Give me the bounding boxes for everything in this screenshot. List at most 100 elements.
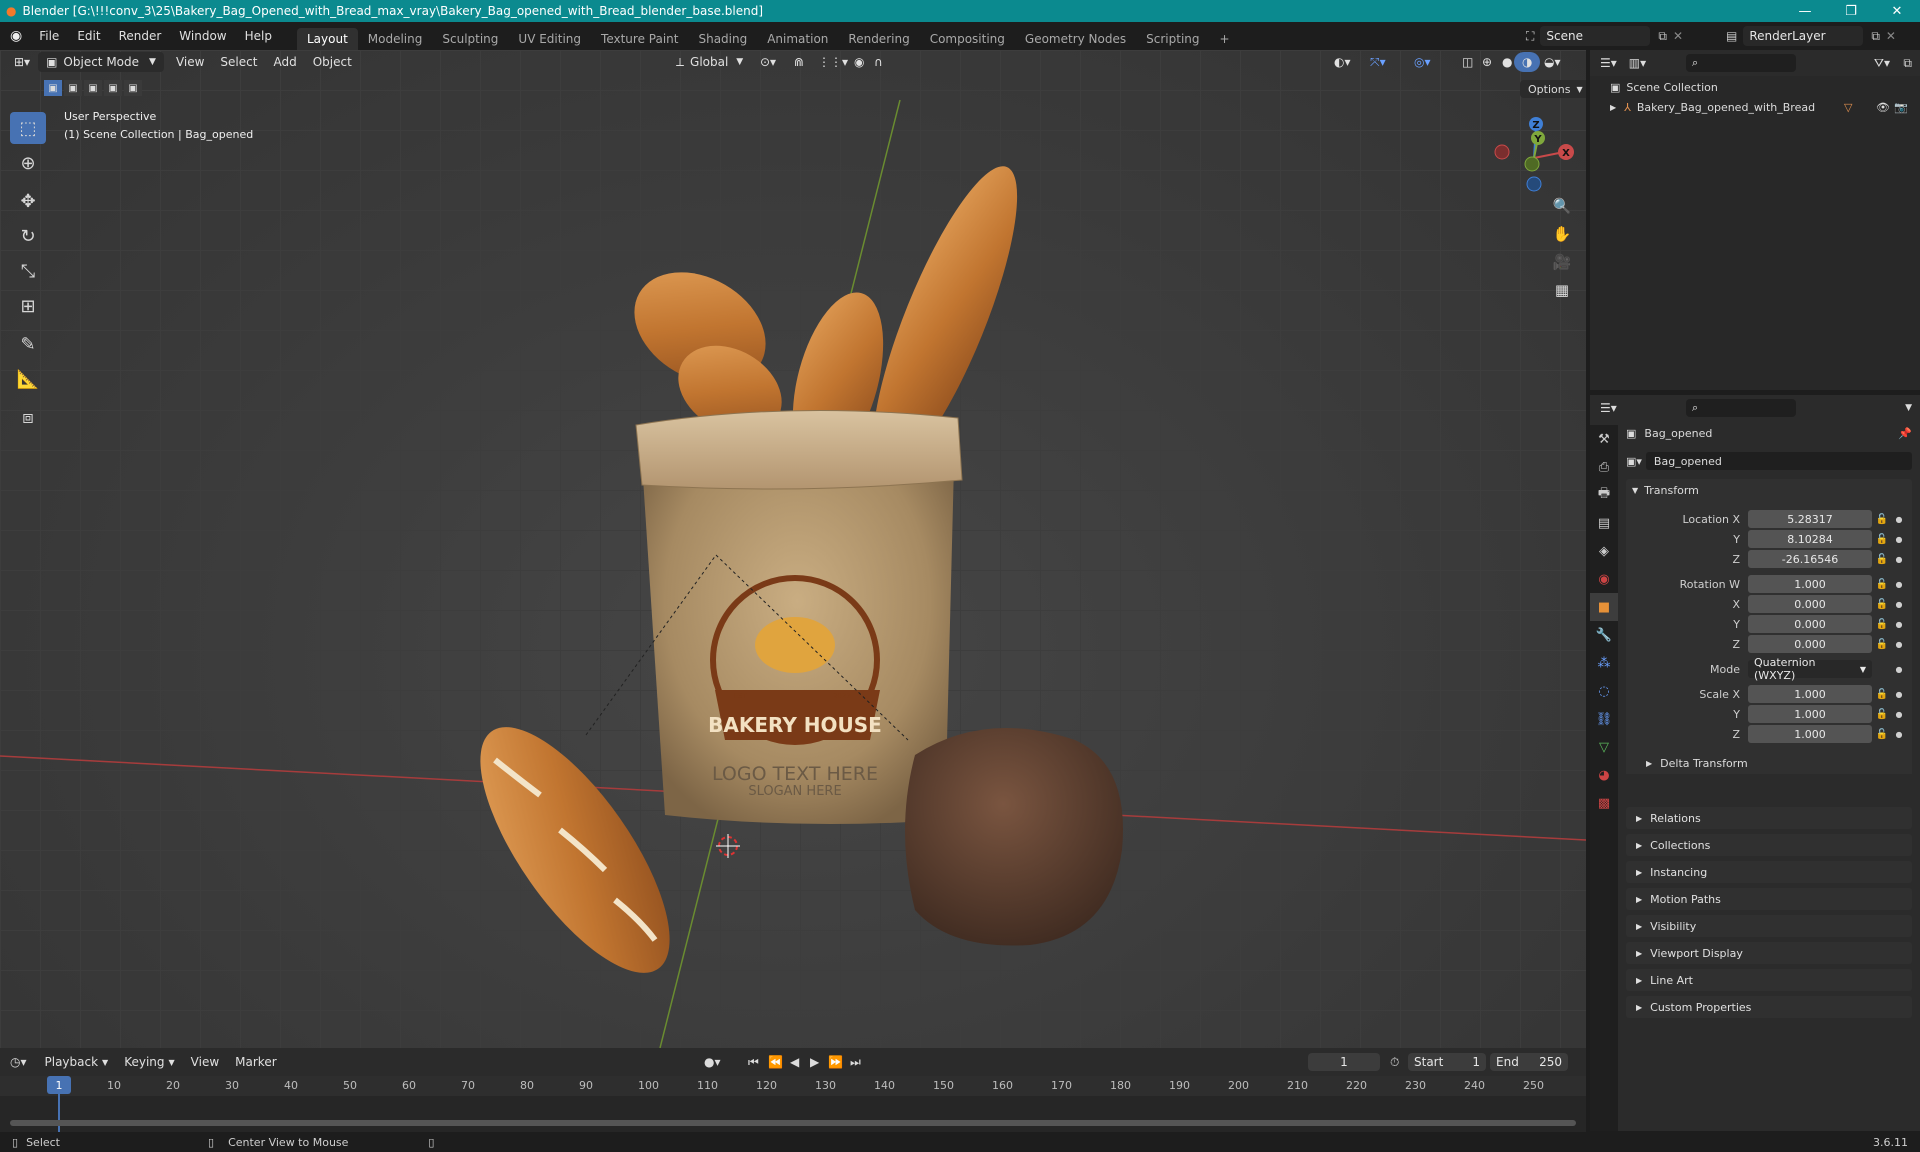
mode-selector[interactable]: ▣ Object Mode ▼ — [38, 52, 164, 72]
new-scene-icon[interactable]: ⧉ — [1658, 29, 1667, 44]
3d-cursor-icon[interactable] — [716, 834, 740, 858]
menu-keying[interactable]: Keying ▼ — [116, 1052, 182, 1072]
jump-keyframe-back-icon[interactable]: ⏪ — [768, 1055, 783, 1069]
scale-tool-icon[interactable]: ⤡ — [10, 255, 46, 287]
record-icon[interactable]: ●▾ — [704, 1055, 721, 1069]
keyframe-dot-icon[interactable]: ● — [1892, 620, 1906, 629]
tab-sculpting[interactable]: Sculpting — [432, 28, 508, 50]
lock-icon[interactable]: 🔓 — [1872, 619, 1892, 630]
keyframe-dot-icon[interactable]: ● — [1892, 640, 1906, 649]
menu-render[interactable]: Render — [110, 29, 171, 43]
lock-icon[interactable]: 🔓 — [1872, 514, 1892, 525]
custom-properties-panel[interactable]: ▶ Custom Properties — [1626, 996, 1912, 1018]
measure-tool-icon[interactable]: 📐 — [10, 363, 46, 395]
view-layer-tab-icon[interactable]: ▤ — [1590, 509, 1618, 537]
keyframe-dot-icon[interactable]: ● — [1892, 555, 1906, 564]
menu-file[interactable]: File — [30, 29, 68, 43]
scene-selector[interactable]: Scene — [1540, 26, 1651, 46]
filter-icon[interactable]: ⛛▾ — [1874, 56, 1890, 71]
perspective-toggle-icon[interactable]: ▦ — [1548, 276, 1576, 304]
transform-panel-header[interactable]: ▼ Transform — [1626, 479, 1912, 501]
blender-menu-icon[interactable]: ◉ — [0, 28, 30, 44]
object-name-input[interactable]: Bag_opened — [1645, 452, 1912, 470]
outliner-search-input[interactable]: ⌕ — [1686, 54, 1796, 72]
modifier-icon[interactable]: ▽ — [1844, 101, 1852, 114]
viewport-display-panel[interactable]: ▶ Viewport Display — [1626, 942, 1912, 964]
tab-uv-editing[interactable]: UV Editing — [508, 28, 591, 50]
options-dropdown[interactable]: Options ▼ — [1520, 80, 1586, 98]
orientation-selector[interactable]: ⟂ Global ▼ — [668, 52, 751, 72]
keyframe-dot-icon[interactable]: ● — [1892, 690, 1906, 699]
data-tab-icon[interactable]: ▽ — [1590, 733, 1618, 761]
material-tab-icon[interactable]: ◕ — [1590, 761, 1618, 789]
delta-transform-subpanel[interactable]: ▶ Delta Transform — [1626, 752, 1912, 774]
keyframe-dot-icon[interactable]: ● — [1892, 710, 1906, 719]
location-y-field[interactable]: 8.10284 — [1748, 530, 1872, 548]
visibility-selector-icon[interactable]: ◐▾ — [1326, 52, 1359, 72]
outliner-root[interactable]: ▣ Scene Collection — [1610, 81, 1718, 94]
jump-keyframe-forward-icon[interactable]: ⏩ — [828, 1055, 843, 1069]
camera-render-icon[interactable]: 📷 — [1894, 101, 1908, 114]
outliner-item[interactable]: ▶ ⅄ Bakery_Bag_opened_with_Bread ▽ 👁 📷 — [1610, 101, 1910, 114]
tab-layout[interactable]: Layout — [296, 28, 358, 50]
new-view-layer-icon[interactable]: ⧉ — [1871, 29, 1880, 44]
visibility-panel[interactable]: ▶ Visibility — [1626, 915, 1912, 937]
object-tab-icon[interactable]: ■ — [1590, 593, 1618, 621]
texture-tab-icon[interactable]: ▩ — [1590, 789, 1618, 817]
close-button[interactable]: ✕ — [1874, 0, 1920, 22]
lock-icon[interactable]: 🔓 — [1872, 709, 1892, 720]
add-cube-tool-icon[interactable]: ⧈ — [10, 401, 46, 433]
add-workspace-button[interactable]: + — [1210, 28, 1240, 50]
rotation-z-field[interactable]: 0.000 — [1748, 635, 1872, 653]
rotation-y-field[interactable]: 0.000 — [1748, 615, 1872, 633]
properties-editor-icon[interactable]: ☰▾ — [1600, 401, 1617, 415]
current-frame-field[interactable]: 1 — [1308, 1053, 1380, 1071]
delete-view-layer-icon[interactable]: ✕ — [1886, 29, 1896, 43]
menu-add[interactable]: Add — [265, 52, 304, 72]
keyframe-dot-icon[interactable]: ● — [1892, 580, 1906, 589]
location-x-field[interactable]: 5.28317 — [1748, 510, 1872, 528]
collections-panel[interactable]: ▶ Collections — [1626, 834, 1912, 856]
transform-tool-icon[interactable]: ⊞ — [10, 290, 46, 322]
instancing-panel[interactable]: ▶ Instancing — [1626, 861, 1912, 883]
world-tab-icon[interactable]: ◉ — [1590, 565, 1618, 593]
constraints-tab-icon[interactable]: ⛓ — [1590, 705, 1618, 733]
physics-tab-icon[interactable]: ◌ — [1590, 677, 1618, 705]
editor-type-icon[interactable]: ⊞▾ — [6, 52, 38, 72]
lock-icon[interactable]: 🔓 — [1872, 729, 1892, 740]
lock-icon[interactable]: 🔓 — [1872, 639, 1892, 650]
snap-icon[interactable]: ⋒ — [786, 52, 812, 72]
chevron-down-icon[interactable]: ▼ — [1905, 403, 1912, 413]
tab-compositing[interactable]: Compositing — [920, 28, 1015, 50]
falloff-icon[interactable]: ∩ — [866, 52, 891, 72]
pin-icon[interactable]: 📌 — [1898, 427, 1912, 440]
menu-select[interactable]: Select — [212, 52, 265, 72]
output-tab-icon[interactable]: 🖶 — [1590, 481, 1618, 509]
menu-object[interactable]: Object — [305, 52, 360, 72]
eye-icon[interactable]: 👁 — [1876, 101, 1890, 114]
playhead-frame-indicator[interactable]: 1 — [47, 1076, 71, 1094]
rotation-mode-select[interactable]: Quaternion (WXYZ) ▼ — [1748, 656, 1872, 682]
keyframe-dot-icon[interactable]: ● — [1892, 515, 1906, 524]
start-frame-field[interactable]: Start 1 — [1408, 1053, 1486, 1071]
play-icon[interactable]: ▶ — [810, 1055, 819, 1069]
display-mode-icon[interactable]: ▥▾ — [1629, 56, 1646, 70]
lock-icon[interactable]: 🔓 — [1872, 554, 1892, 565]
lock-icon[interactable]: 🔓 — [1872, 599, 1892, 610]
end-frame-field[interactable]: End 250 — [1490, 1053, 1568, 1071]
stopwatch-icon[interactable]: ⏱ — [1390, 1055, 1399, 1070]
menu-window[interactable]: Window — [170, 29, 235, 43]
timeline-editor-icon[interactable]: ◷▾ — [10, 1055, 27, 1069]
properties-search-input[interactable]: ⌕ — [1686, 399, 1796, 417]
menu-view[interactable]: View — [168, 52, 212, 72]
menu-edit[interactable]: Edit — [68, 29, 109, 43]
rotation-x-field[interactable]: 0.000 — [1748, 595, 1872, 613]
delete-scene-icon[interactable]: ✕ — [1673, 29, 1683, 43]
tool-tab-icon[interactable]: ⚒ — [1590, 425, 1618, 453]
relations-panel[interactable]: ▶ Relations — [1626, 807, 1912, 829]
jump-start-icon[interactable]: ⏮ — [748, 1055, 759, 1070]
jump-end-icon[interactable]: ⏭ — [850, 1055, 861, 1070]
rendered-shading-icon[interactable]: ◒▾ — [1536, 52, 1569, 72]
gizmo-toggle-icon[interactable]: ⤧▾ — [1362, 52, 1394, 72]
pan-hand-icon[interactable]: ✋ — [1548, 220, 1576, 248]
